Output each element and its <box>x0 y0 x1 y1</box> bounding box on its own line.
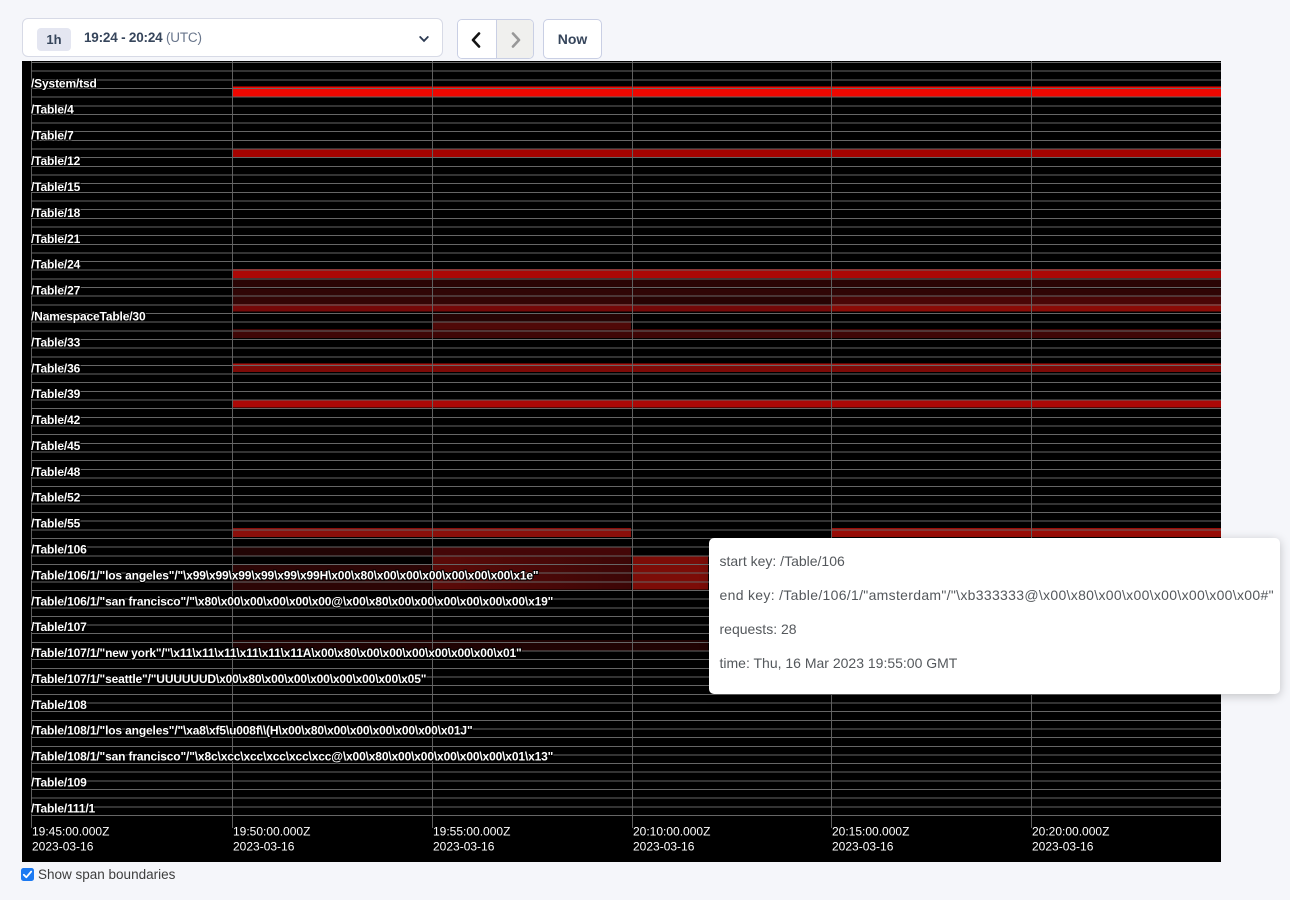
svg-text:20:20:00.000Z: 20:20:00.000Z <box>1032 825 1109 839</box>
svg-text:2023-03-16: 2023-03-16 <box>633 840 695 854</box>
svg-text:2023-03-16: 2023-03-16 <box>433 840 495 854</box>
svg-text:/Table/42: /Table/42 <box>31 413 81 427</box>
svg-text:/Table/107/1/"seattle"/"UUUUUU: /Table/107/1/"seattle"/"UUUUUUD\x00\x80\… <box>31 672 426 686</box>
svg-text:/Table/33: /Table/33 <box>31 335 81 349</box>
svg-text:/Table/108: /Table/108 <box>31 698 87 712</box>
svg-text:/Table/39: /Table/39 <box>31 387 81 401</box>
svg-text:/Table/111/1: /Table/111/1 <box>31 801 96 815</box>
svg-text:/Table/12: /Table/12 <box>31 154 81 168</box>
svg-text:/NamespaceTable/30: /NamespaceTable/30 <box>31 309 146 323</box>
svg-text:/Table/106: /Table/106 <box>31 542 87 556</box>
svg-text:2023-03-16: 2023-03-16 <box>233 840 295 854</box>
svg-text:2023-03-16: 2023-03-16 <box>1032 840 1094 854</box>
svg-text:/System/tsd: /System/tsd <box>31 76 97 90</box>
svg-text:/Table/108/1/"san francisco"/": /Table/108/1/"san francisco"/"\x8c\xcc\x… <box>31 750 553 764</box>
svg-text:/Table/7: /Table/7 <box>31 128 74 142</box>
svg-text:/Table/106/1/"los angeles"/"\x: /Table/106/1/"los angeles"/"\x99\x99\x99… <box>31 568 538 582</box>
svg-text:/Table/36: /Table/36 <box>31 361 81 375</box>
svg-text:/Table/55: /Table/55 <box>31 517 81 531</box>
svg-text:/Table/107: /Table/107 <box>31 620 87 634</box>
svg-text:19:50:00.000Z: 19:50:00.000Z <box>233 825 310 839</box>
svg-text:/Table/18: /Table/18 <box>31 206 81 220</box>
svg-text:2023-03-16: 2023-03-16 <box>832 840 894 854</box>
svg-text:/Table/48: /Table/48 <box>31 465 81 479</box>
svg-text:19:55:00.000Z: 19:55:00.000Z <box>433 825 510 839</box>
svg-text:/Table/109: /Table/109 <box>31 775 87 789</box>
svg-text:/Table/108/1/"los angeles"/"\x: /Table/108/1/"los angeles"/"\xa8\xf5\u00… <box>31 724 473 738</box>
svg-text:/Table/106/1/"san francisco"/": /Table/106/1/"san francisco"/"\x80\x00\x… <box>31 594 553 608</box>
svg-text:/Table/21: /Table/21 <box>31 232 81 246</box>
svg-text:/Table/52: /Table/52 <box>31 491 81 505</box>
svg-text:2023-03-16: 2023-03-16 <box>32 840 94 854</box>
svg-text:/Table/24: /Table/24 <box>31 258 81 272</box>
svg-text:/Table/27: /Table/27 <box>31 284 81 298</box>
svg-text:/Table/107/1/"new york"/"\x11\: /Table/107/1/"new york"/"\x11\x11\x11\x1… <box>31 646 522 660</box>
svg-text:/Table/15: /Table/15 <box>31 180 81 194</box>
svg-text:20:15:00.000Z: 20:15:00.000Z <box>832 825 909 839</box>
svg-text:/Table/4: /Table/4 <box>31 102 74 116</box>
svg-text:20:10:00.000Z: 20:10:00.000Z <box>633 825 710 839</box>
svg-text:19:45:00.000Z: 19:45:00.000Z <box>32 825 109 839</box>
svg-text:/Table/45: /Table/45 <box>31 439 81 453</box>
